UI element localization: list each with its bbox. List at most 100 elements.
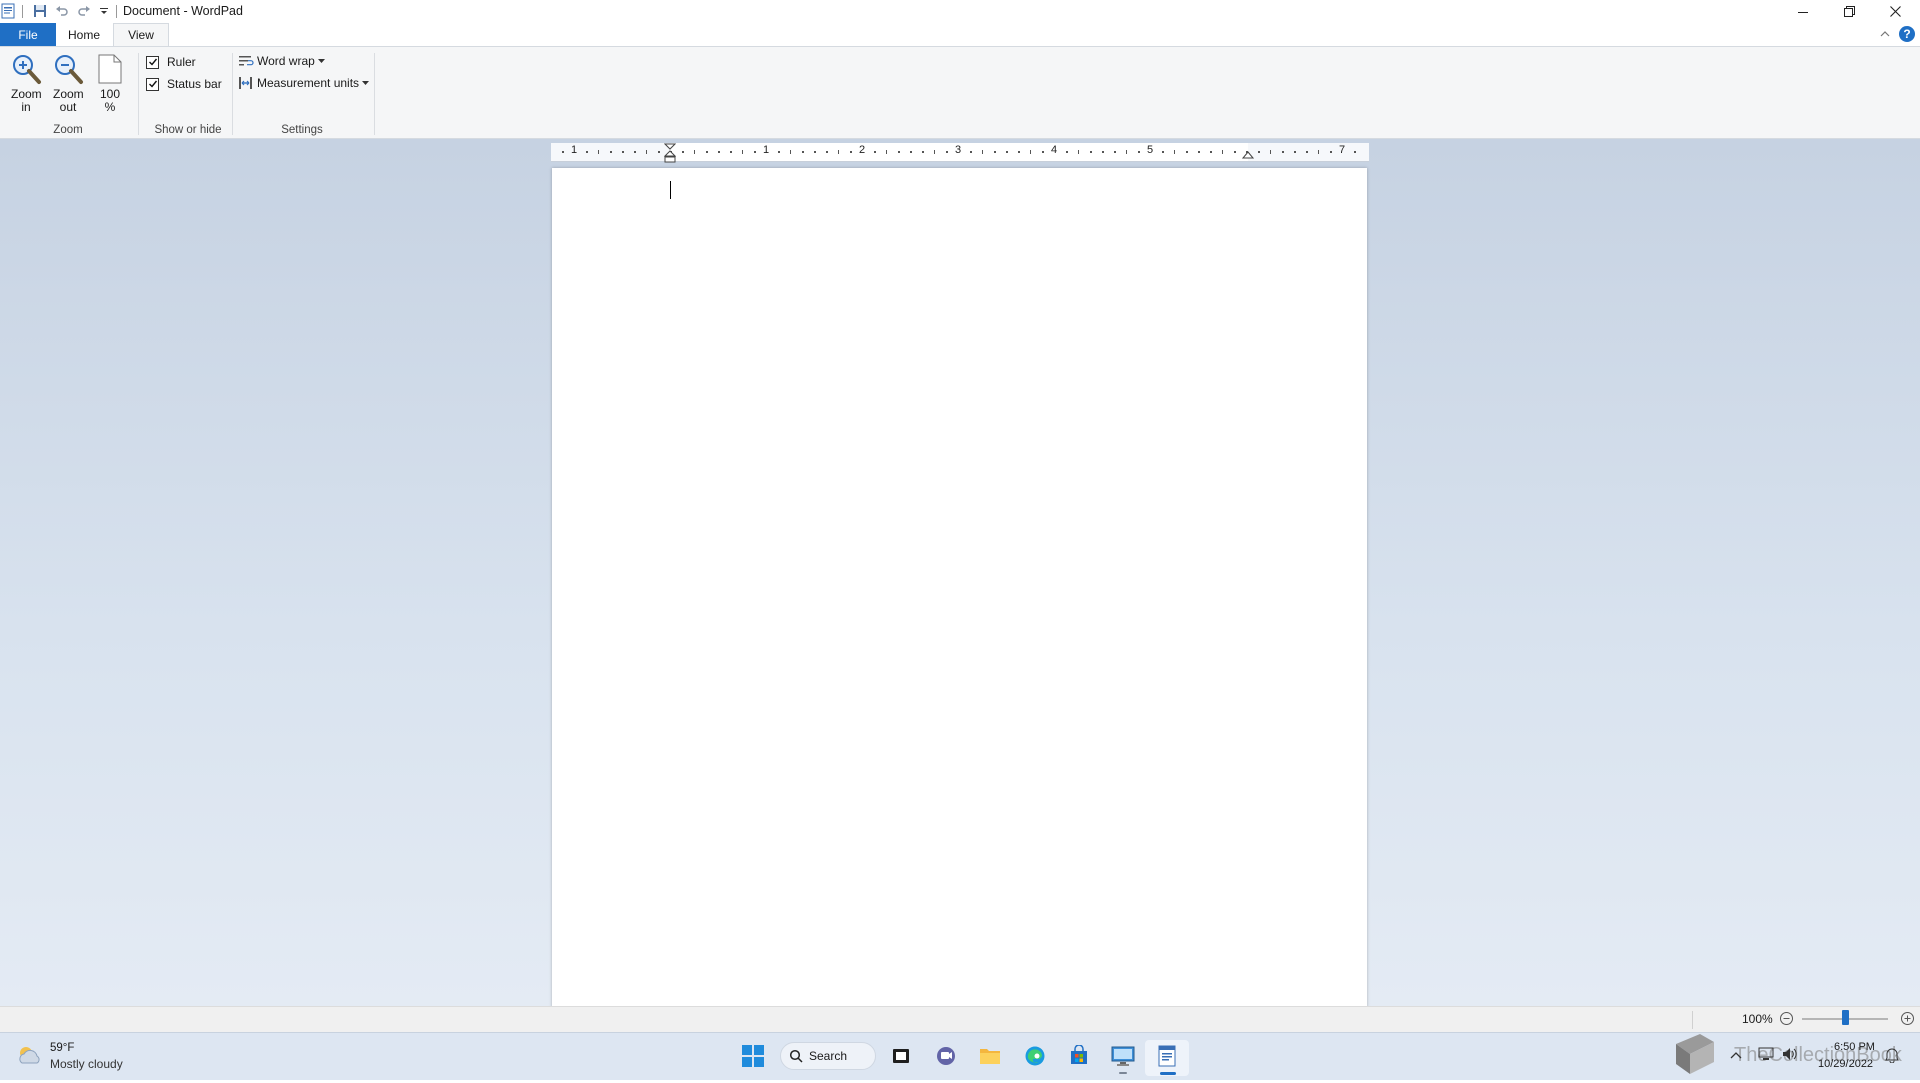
ribbon-tabs: File Home View ? <box>0 23 1920 46</box>
document-page[interactable] <box>552 168 1367 1008</box>
ruler-tick <box>1018 151 1020 153</box>
ruler-tick <box>922 151 924 153</box>
running-indicator <box>1119 1072 1127 1074</box>
zoom-100-label: 100 % <box>99 87 121 114</box>
ruler-tick <box>754 151 756 153</box>
wordpad-app-icon[interactable] <box>0 3 16 19</box>
ruler-number: 7 <box>1339 144 1346 156</box>
zoom-out-icon <box>48 53 88 88</box>
ruler-tick <box>886 150 887 154</box>
ruler-number: 4 <box>1051 144 1058 156</box>
zoom-100-button[interactable]: 100 % <box>92 53 128 114</box>
redo-icon[interactable] <box>76 3 92 19</box>
ruler-tick <box>874 151 876 153</box>
ruler-tick <box>790 150 791 154</box>
remote-desktop-icon[interactable] <box>1111 1044 1135 1068</box>
tab-view[interactable]: View <box>113 23 169 46</box>
ruler-tick <box>646 150 647 154</box>
zoom-in-button[interactable]: Zoom in <box>6 53 46 114</box>
zoom-out-button[interactable]: Zoom out <box>48 53 88 114</box>
ruler-tick <box>1042 151 1044 153</box>
ruler-tick <box>1078 150 1079 154</box>
ruler-tick <box>682 151 684 153</box>
ruler-tick <box>598 150 599 154</box>
ruler-number: 1 <box>571 144 578 156</box>
start-windows-icon[interactable] <box>741 1044 765 1068</box>
ruler-tick <box>718 151 720 153</box>
ruler-tick <box>1090 151 1092 153</box>
ruler-tick <box>1210 151 1212 153</box>
measurement-units-label: Measurement units <box>257 76 360 90</box>
status-bar-label: Status bar <box>167 77 222 91</box>
network-icon[interactable] <box>1758 1047 1774 1064</box>
ruler-tick <box>1174 150 1175 154</box>
ruler-tick <box>622 151 624 153</box>
ruler-tick <box>1258 151 1260 153</box>
zoom-level: 100% <box>1742 1012 1773 1026</box>
indent-marker-icon[interactable] <box>663 143 677 168</box>
minus-circle-icon <box>1780 1012 1793 1025</box>
taskbar <box>0 1032 1920 1080</box>
ruler-tick <box>610 151 612 153</box>
ruler-tick <box>1294 151 1296 153</box>
ruler-tick <box>1138 151 1140 153</box>
tab-home[interactable]: Home <box>56 23 112 46</box>
search-icon <box>789 1049 803 1066</box>
group-label-settings: Settings <box>281 124 323 136</box>
restore-button[interactable] <box>1826 0 1872 23</box>
zoom-in-status-button[interactable] <box>1900 1011 1915 1029</box>
ruler-number: 3 <box>955 144 962 156</box>
close-button[interactable] <box>1872 0 1918 23</box>
clock-time[interactable]: 6:50 PM <box>1834 1041 1875 1053</box>
ruler-number: 1 <box>763 144 770 156</box>
clock-date[interactable]: 10/29/2022 <box>1818 1058 1873 1070</box>
ruler-tick <box>898 151 900 153</box>
word-wrap-icon <box>239 56 254 66</box>
minimize-button[interactable] <box>1780 0 1826 23</box>
zoom-slider-thumb[interactable] <box>1842 1010 1849 1025</box>
group-label-zoom: Zoom <box>53 124 83 136</box>
group-separator <box>232 53 233 135</box>
weather-temperature: 59°F <box>50 1042 75 1054</box>
weather-cloud-icon[interactable] <box>16 1043 44 1070</box>
edge-browser-icon[interactable] <box>1023 1044 1047 1068</box>
undo-icon[interactable] <box>54 3 70 19</box>
taskbar-search[interactable]: Search <box>780 1042 876 1070</box>
ruler-tick <box>1282 151 1284 153</box>
page-100-icon <box>92 53 128 88</box>
ruler-tick <box>658 151 660 153</box>
ruler-tick <box>1270 150 1271 154</box>
zoom-out-status-button[interactable] <box>1779 1011 1794 1029</box>
minimize-ribbon-icon[interactable] <box>1880 28 1890 42</box>
save-icon[interactable] <box>32 3 48 19</box>
volume-icon[interactable] <box>1782 1047 1798 1064</box>
ruler-tick <box>1222 150 1223 154</box>
ruler-tick <box>850 151 852 153</box>
group-label-show-hide: Show or hide <box>154 124 222 136</box>
task-view-icon[interactable] <box>889 1044 913 1068</box>
ruler-tick <box>970 151 972 153</box>
wordpad-taskbar-icon[interactable] <box>1155 1044 1179 1068</box>
status-bar-checkbox[interactable]: Status bar <box>146 77 222 91</box>
tab-file[interactable]: File <box>0 23 56 46</box>
right-indent-marker-icon[interactable] <box>1241 150 1255 164</box>
text-cursor <box>670 181 671 199</box>
measurement-units-dropdown[interactable]: Measurement units <box>238 76 370 90</box>
status-separator <box>1692 1011 1693 1029</box>
microsoft-store-icon[interactable] <box>1067 1044 1091 1068</box>
ruler-tick <box>1354 151 1356 153</box>
help-icon[interactable]: ? <box>1899 26 1915 42</box>
show-hidden-icons-icon[interactable] <box>1730 1050 1742 1064</box>
plus-circle-icon <box>1901 1012 1914 1025</box>
ruler-tick <box>838 150 839 154</box>
title-separator <box>22 5 23 18</box>
file-explorer-icon[interactable] <box>978 1044 1002 1068</box>
customize-quick-access-icon[interactable] <box>96 3 112 19</box>
ruler-tick <box>1102 151 1104 153</box>
word-wrap-dropdown[interactable]: Word wrap <box>238 54 325 68</box>
ruler-checkbox[interactable]: Ruler <box>146 55 196 69</box>
notification-icon[interactable] <box>1884 1047 1900 1066</box>
teams-chat-icon[interactable] <box>934 1044 958 1068</box>
ruler-tick <box>826 151 828 153</box>
ruler-tick <box>1006 151 1008 153</box>
